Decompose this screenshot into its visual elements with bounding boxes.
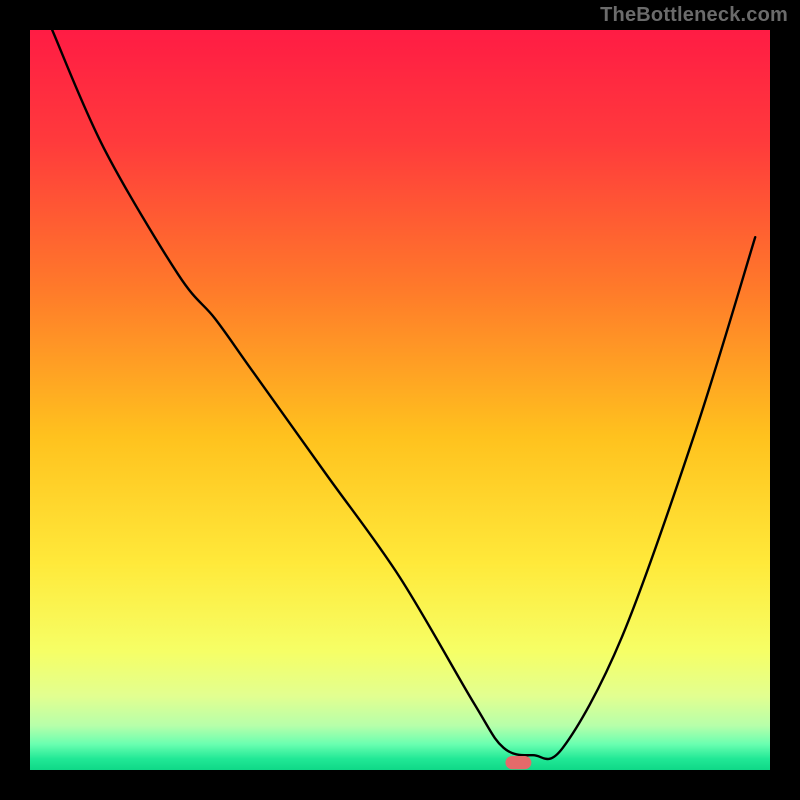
bottleneck-chart: [0, 0, 800, 800]
watermark-label: TheBottleneck.com: [600, 4, 788, 27]
chart-container: TheBottleneck.com: [0, 0, 800, 800]
optimum-marker: [505, 756, 531, 769]
plot-background: [30, 30, 770, 770]
